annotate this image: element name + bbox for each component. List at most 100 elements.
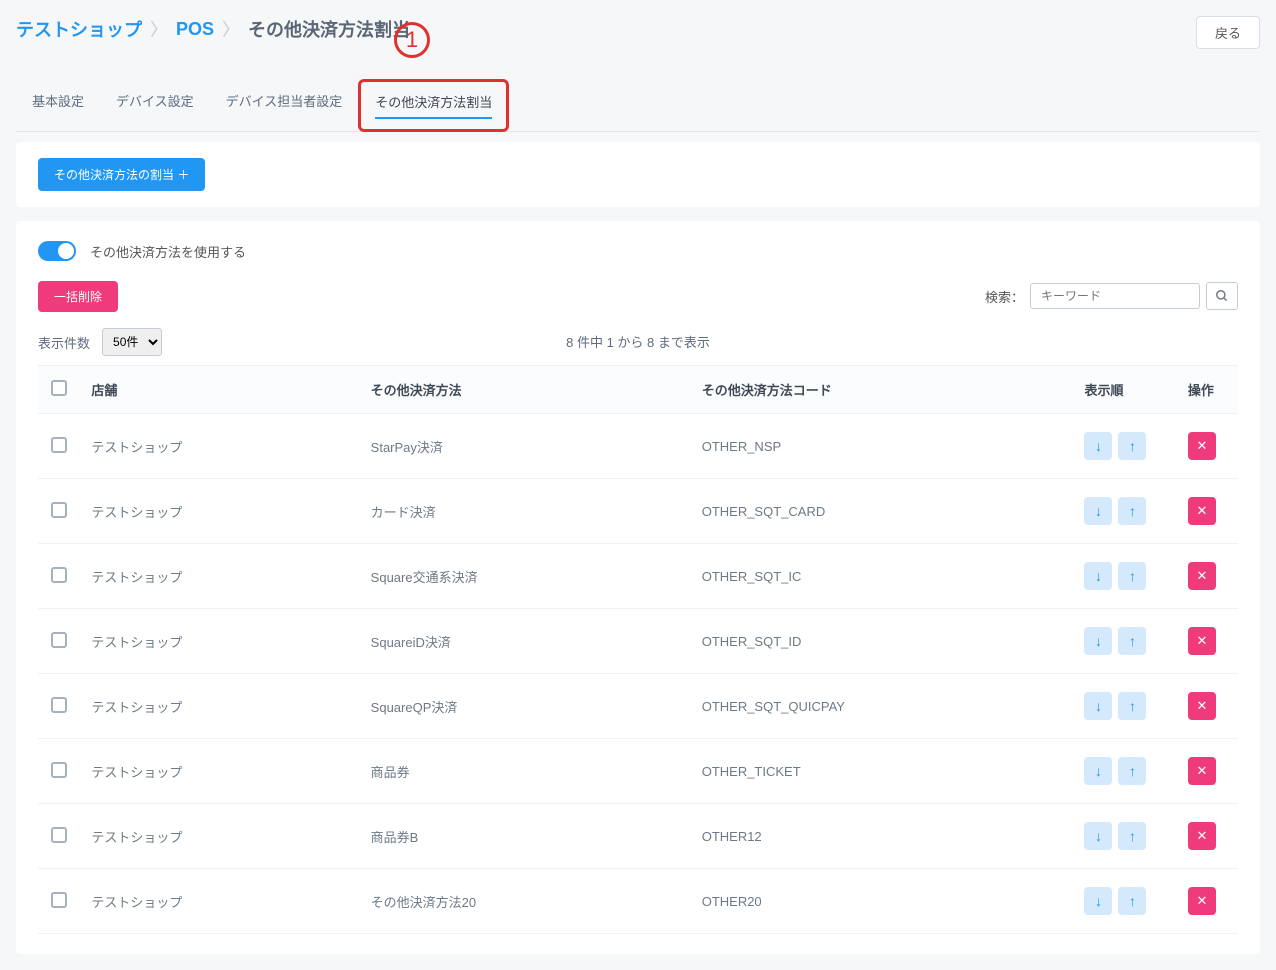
sort-up-button[interactable]: ↑ [1118, 822, 1146, 850]
sort-up-button[interactable]: ↑ [1118, 562, 1146, 590]
cell-shop: テストショップ [79, 544, 358, 609]
table-row: テストショップカード決済OTHER_SQT_CARD↓↑✕ [38, 479, 1238, 544]
search-label: 検索： [985, 287, 1024, 306]
main-panel: その他決済方法を使用する 一括削除 検索： 表示件数 50件 8 件中 1 から… [16, 221, 1260, 954]
sort-up-button[interactable]: ↑ [1118, 757, 1146, 785]
row-checkbox[interactable] [51, 827, 67, 843]
tab-basic-settings[interactable]: 基本設定 [16, 79, 100, 131]
header-method: その他決済方法 [359, 366, 690, 414]
table-row: テストショップ商品券OTHER_TICKET ↓ ↑ ✕ [38, 739, 1238, 804]
sort-down-button[interactable]: ↓ [1084, 692, 1112, 720]
sort-down-button[interactable]: ↓ [1084, 757, 1112, 785]
close-icon: ✕ [1196, 828, 1207, 844]
sort-up-button[interactable]: ↑ [1118, 497, 1146, 525]
arrow-up-icon: ↑ [1129, 893, 1136, 909]
cell-code: OTHER_SQT_ID [690, 609, 1073, 674]
header-action: 操作 [1176, 366, 1238, 414]
row-delete-button[interactable]: ✕ [1188, 432, 1216, 460]
assign-other-payment-button[interactable]: その他決済方法の割当 ＋ [38, 158, 205, 191]
sort-up-button[interactable]: ↑ [1118, 887, 1146, 915]
table-row: テストショップStarPay決済OTHER_NSP ↓ ↑ ✕ [38, 414, 1238, 479]
row-delete-button[interactable]: ✕ [1188, 497, 1216, 525]
assign-panel: その他決済方法の割当 ＋ [16, 142, 1260, 207]
cell-method: SquareQP決済 [359, 674, 690, 739]
sort-down-button[interactable]: ↓ [1084, 887, 1112, 915]
sort-up-button[interactable]: ↑ [1118, 627, 1146, 655]
sort-down-button[interactable]: ↓ [1084, 562, 1112, 590]
cell-code: OTHER_SQT_QUICPAY [690, 674, 1073, 739]
sort-down-button[interactable]: ↓ [1084, 497, 1112, 525]
cell-code: OTHER_TICKET [690, 739, 1073, 804]
use-other-payment-toggle[interactable] [38, 241, 76, 261]
row-checkbox[interactable] [51, 502, 67, 518]
cell-method: 商品券B [359, 804, 690, 869]
arrow-down-icon: ↓ [1095, 893, 1102, 909]
table-row: テストショップSquare交通系決済OTHER_SQT_IC↓↑✕ [38, 544, 1238, 609]
row-delete-button[interactable]: ✕ [1188, 692, 1216, 720]
cell-code: OTHER_SQT_CARD [690, 479, 1073, 544]
arrow-up-icon: ↑ [1129, 698, 1136, 714]
arrow-down-icon: ↓ [1095, 438, 1102, 454]
search-button[interactable] [1206, 282, 1238, 310]
chevron-right-icon: 〉 [150, 16, 168, 42]
breadcrumb-shop[interactable]: テストショップ [16, 16, 142, 42]
sort-down-button[interactable]: ↓ [1084, 822, 1112, 850]
row-checkbox[interactable] [51, 437, 67, 453]
row-checkbox[interactable] [51, 697, 67, 713]
close-icon: ✕ [1196, 568, 1207, 584]
header-shop: 店舗 [79, 366, 358, 414]
cell-method: 商品券 [359, 739, 690, 804]
select-all-checkbox[interactable] [51, 380, 67, 396]
cell-shop: テストショップ [79, 869, 358, 934]
cell-method: Square交通系決済 [359, 544, 690, 609]
page-info: 8 件中 1 から 8 まで表示 [38, 332, 1238, 351]
tab-device-staff-settings[interactable]: デバイス担当者設定 [210, 79, 359, 131]
table-row: テストショップ商品券BOTHER12↓↑✕ [38, 804, 1238, 869]
cell-method: カード決済 [359, 479, 690, 544]
row-delete-button[interactable]: ✕ [1188, 822, 1216, 850]
close-icon: ✕ [1196, 893, 1207, 909]
row-delete-button[interactable]: ✕ [1188, 627, 1216, 655]
arrow-down-icon: ↓ [1095, 698, 1102, 714]
cell-shop: テストショップ [79, 739, 358, 804]
arrow-up-icon: ↑ [1129, 438, 1136, 454]
tab-bar: 基本設定 デバイス設定 デバイス担当者設定 その他決済方法割当 [16, 79, 1260, 132]
chevron-right-icon: 〉 [222, 16, 240, 42]
arrow-up-icon: ↑ [1129, 568, 1136, 584]
breadcrumb-pos[interactable]: POS [176, 19, 214, 40]
header-order: 表示順 [1072, 366, 1175, 414]
arrow-up-icon: ↑ [1129, 763, 1136, 779]
payment-table: 店舗 その他決済方法 その他決済方法コード 表示順 操作 テストショップStar… [38, 365, 1238, 934]
arrow-down-icon: ↓ [1095, 763, 1102, 779]
row-delete-button[interactable]: ✕ [1188, 757, 1216, 785]
cell-shop: テストショップ [79, 609, 358, 674]
tab-active-indicator [375, 117, 492, 119]
sort-up-button[interactable]: ↑ [1118, 432, 1146, 460]
row-checkbox[interactable] [51, 892, 67, 908]
cell-shop: テストショップ [79, 674, 358, 739]
table-row: テストショップSquareQP決済OTHER_SQT_QUICPAY ↓ ↑ ✕ [38, 674, 1238, 739]
row-delete-button[interactable]: ✕ [1188, 887, 1216, 915]
sort-down-button[interactable]: ↓ [1084, 627, 1112, 655]
row-checkbox[interactable] [51, 567, 67, 583]
cell-code: OTHER_NSP [690, 414, 1073, 479]
back-button[interactable]: 戻る [1196, 16, 1260, 49]
use-other-payment-label: その他決済方法を使用する [90, 242, 246, 261]
row-delete-button[interactable]: ✕ [1188, 562, 1216, 590]
bulk-delete-button[interactable]: 一括削除 [38, 281, 118, 312]
sort-down-button[interactable]: ↓ [1084, 432, 1112, 460]
tab-other-payment-assign[interactable]: その他決済方法割当 [358, 79, 509, 132]
cell-shop: テストショップ [79, 414, 358, 479]
row-checkbox[interactable] [51, 632, 67, 648]
search-icon [1215, 289, 1229, 303]
arrow-down-icon: ↓ [1095, 633, 1102, 649]
breadcrumb: テストショップ 〉 POS 〉 その他決済方法割当 [16, 16, 410, 42]
cell-code: OTHER12 [690, 804, 1073, 869]
cell-method: StarPay決済 [359, 414, 690, 479]
arrow-down-icon: ↓ [1095, 503, 1102, 519]
row-checkbox[interactable] [51, 762, 67, 778]
sort-up-button[interactable]: ↑ [1118, 692, 1146, 720]
tab-device-settings[interactable]: デバイス設定 [100, 79, 210, 131]
search-input[interactable] [1030, 283, 1200, 309]
arrow-down-icon: ↓ [1095, 568, 1102, 584]
